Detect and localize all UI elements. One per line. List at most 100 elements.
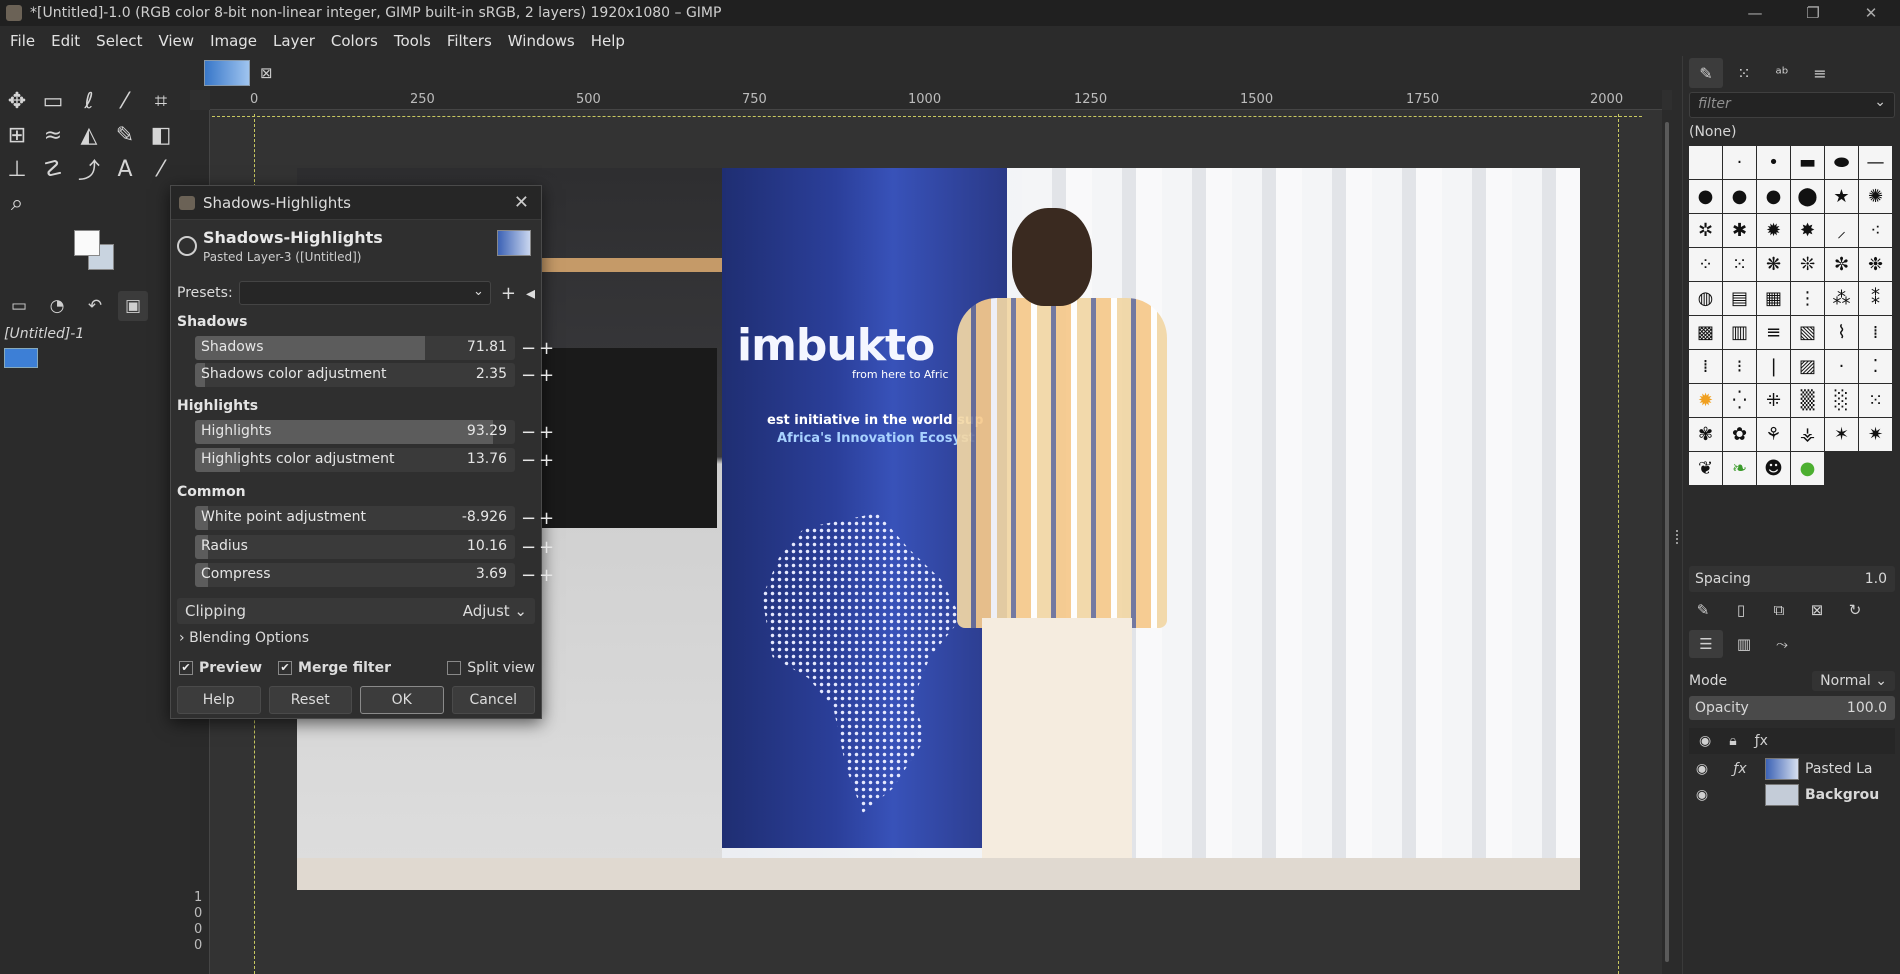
undo-history-tab-icon[interactable]: ↶: [80, 291, 110, 321]
decrement-icon[interactable]: −: [521, 363, 537, 387]
menu-tools[interactable]: Tools: [386, 32, 439, 50]
image-tab-close-icon[interactable]: ⊠: [260, 64, 273, 82]
brush-item[interactable]: —: [1859, 146, 1892, 179]
increment-icon[interactable]: +: [539, 448, 555, 472]
brush-item[interactable]: ❘: [1757, 350, 1790, 383]
brush-item[interactable]: ✶: [1825, 418, 1858, 451]
brush-item[interactable]: ▧: [1791, 316, 1824, 349]
fuzzy-select-tool-icon[interactable]: ⁄: [110, 86, 140, 116]
horizontal-ruler[interactable]: 0 250 500 750 1000 1250 1500 1750 2000: [210, 90, 1662, 110]
brush-item[interactable]: ⁂: [1825, 282, 1858, 315]
presets-combo[interactable]: ⌄: [238, 281, 491, 305]
brush-item[interactable]: ▩: [1689, 316, 1722, 349]
brush-item[interactable]: [1689, 146, 1722, 179]
paths-tab-icon[interactable]: ⤳: [1765, 630, 1799, 658]
brush-item[interactable]: ⁑: [1859, 282, 1892, 315]
brush-item[interactable]: ❦: [1689, 452, 1722, 485]
decrement-icon[interactable]: −: [521, 506, 537, 530]
new-brush-icon[interactable]: ▯: [1727, 598, 1755, 622]
edit-brush-icon[interactable]: ✎: [1689, 598, 1717, 622]
eraser-tool-icon[interactable]: ◧: [146, 120, 176, 150]
brush-item[interactable]: ✸: [1791, 214, 1824, 247]
brush-item[interactable]: ⋮: [1791, 282, 1824, 315]
increment-icon[interactable]: +: [539, 535, 555, 559]
brush-item[interactable]: ▨: [1791, 350, 1824, 383]
brush-item[interactable]: ▥: [1723, 316, 1756, 349]
brush-item[interactable]: ⚘: [1757, 418, 1790, 451]
tool-options-tab-icon[interactable]: ▭: [4, 291, 34, 321]
compress-slider[interactable]: Compress 3.69: [195, 563, 515, 587]
brush-item[interactable]: ·: [1723, 146, 1756, 179]
layers-tab-icon[interactable]: ☰: [1689, 630, 1723, 658]
brush-item[interactable]: ⁞: [1859, 316, 1892, 349]
brush-item[interactable]: ░: [1825, 384, 1858, 417]
menu-select[interactable]: Select: [88, 32, 150, 50]
brush-item[interactable]: ✼: [1825, 248, 1858, 281]
menu-help[interactable]: Help: [583, 32, 633, 50]
text-tool-icon[interactable]: A: [110, 154, 140, 184]
brush-item[interactable]: ▤: [1723, 282, 1756, 315]
decrement-icon[interactable]: −: [521, 535, 537, 559]
menu-image[interactable]: Image: [202, 32, 265, 50]
move-tool-icon[interactable]: ✥: [2, 86, 32, 116]
clipping-combo[interactable]: Clipping Adjust ⌄: [177, 598, 535, 624]
clone-tool-icon[interactable]: ⊥: [2, 154, 32, 184]
menu-view[interactable]: View: [150, 32, 202, 50]
rect-select-tool-icon[interactable]: ▭: [38, 86, 68, 116]
split-view-checkbox[interactable]: [447, 661, 462, 675]
brush-item[interactable]: ❧: [1723, 452, 1756, 485]
scrollbar-thumb[interactable]: [1665, 122, 1669, 962]
increment-icon[interactable]: +: [539, 420, 555, 444]
brush-item[interactable]: ✹: [1689, 384, 1722, 417]
increment-icon[interactable]: +: [539, 336, 555, 360]
brush-item[interactable]: ·: [1825, 350, 1858, 383]
brush-item[interactable]: ✱: [1723, 214, 1756, 247]
brush-item[interactable]: ▦: [1757, 282, 1790, 315]
eye-icon[interactable]: ◉: [1689, 787, 1715, 803]
brush-item[interactable]: ⁞: [1689, 350, 1722, 383]
reset-button[interactable]: Reset: [268, 686, 352, 714]
brush-item[interactable]: ☻: [1757, 452, 1790, 485]
merge-filter-checkbox[interactable]: ✔: [278, 661, 293, 675]
brush-item[interactable]: ★: [1825, 180, 1858, 213]
brush-item[interactable]: ⁜: [1757, 384, 1790, 417]
layer-row[interactable]: ◉ ƒx Pasted La: [1689, 756, 1895, 782]
brush-item[interactable]: ⬤: [1791, 180, 1824, 213]
ok-button[interactable]: OK: [360, 686, 444, 714]
decrement-icon[interactable]: −: [521, 420, 537, 444]
brush-item[interactable]: ⁚: [1859, 350, 1892, 383]
blending-options-expander[interactable]: › Blending Options: [179, 630, 309, 646]
brush-item[interactable]: ⁝: [1723, 350, 1756, 383]
brush-item[interactable]: ●: [1689, 180, 1722, 213]
brush-item[interactable]: ●: [1791, 452, 1824, 485]
brushes-tab-icon[interactable]: ✎: [1689, 58, 1723, 88]
bucket-fill-tool-icon[interactable]: ◭: [74, 120, 104, 150]
unified-transform-tool-icon[interactable]: ⊞: [2, 120, 32, 150]
shadows-slider[interactable]: Shadows 71.81: [195, 336, 515, 360]
brush-item[interactable]: ●: [1723, 180, 1756, 213]
highlights-slider[interactable]: Highlights 93.29: [195, 420, 515, 444]
brush-item[interactable]: ✾: [1689, 418, 1722, 451]
crop-tool-icon[interactable]: ⌗: [146, 86, 176, 116]
brush-item[interactable]: ❊: [1791, 248, 1824, 281]
free-select-tool-icon[interactable]: ℓ: [74, 86, 104, 116]
refresh-brushes-icon[interactable]: ↻: [1841, 598, 1869, 622]
dialog-titlebar[interactable]: Shadows-Highlights ✕: [171, 186, 541, 220]
cancel-button[interactable]: Cancel: [451, 686, 535, 714]
brush-item[interactable]: ⬬: [1825, 146, 1858, 179]
brush-item[interactable]: ⁙: [1723, 248, 1756, 281]
brush-item[interactable]: ⁙: [1859, 384, 1892, 417]
brush-item[interactable]: ▬: [1791, 146, 1824, 179]
eye-icon[interactable]: ◉: [1689, 761, 1715, 777]
increment-icon[interactable]: +: [539, 363, 555, 387]
increment-icon[interactable]: +: [539, 563, 555, 587]
increment-icon[interactable]: +: [539, 506, 555, 530]
brush-item[interactable]: ⁖: [1859, 214, 1892, 247]
minimize-button[interactable]: —: [1726, 0, 1784, 26]
fonts-tab-icon[interactable]: ᵃᵇ: [1765, 58, 1799, 88]
add-preset-icon[interactable]: +: [501, 283, 516, 304]
menu-windows[interactable]: Windows: [500, 32, 583, 50]
shadows-color-adjustment-slider[interactable]: Shadows color adjustment 2.35: [195, 363, 515, 387]
chevron-down-icon[interactable]: ⌄: [1874, 94, 1886, 110]
menu-file[interactable]: File: [2, 32, 43, 50]
